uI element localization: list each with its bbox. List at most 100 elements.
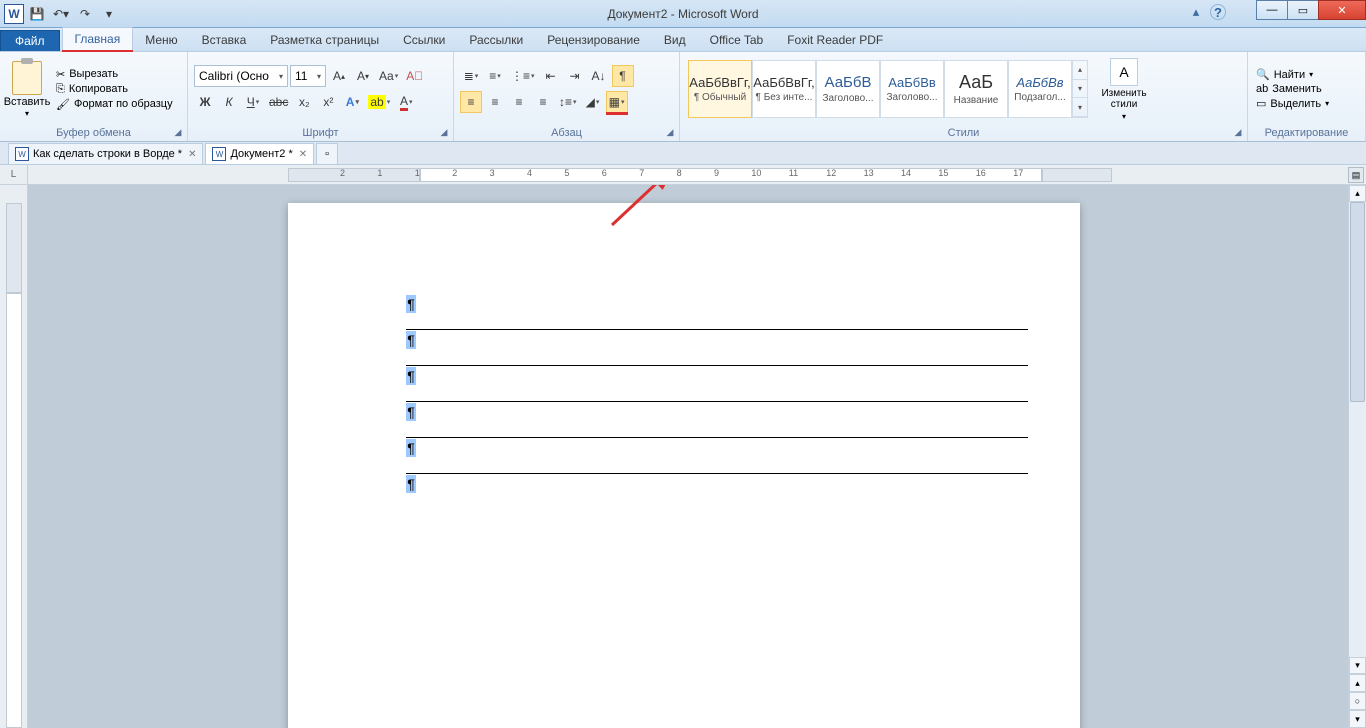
close-tab-icon[interactable]: ✕: [188, 149, 196, 160]
decrease-indent-button[interactable]: ⇤: [540, 65, 562, 87]
word-app-icon[interactable]: W: [4, 4, 24, 24]
styles-scroll[interactable]: ▴▾▾: [1072, 60, 1088, 118]
scroll-up-button[interactable]: ▴: [1349, 185, 1366, 202]
tab-references[interactable]: Ссылки: [391, 29, 457, 51]
qat-redo-button[interactable]: ↷: [74, 3, 96, 25]
close-tab-icon[interactable]: ✕: [299, 149, 307, 160]
tab-officetab[interactable]: Office Tab: [698, 29, 776, 51]
bullets-button[interactable]: ≣▾: [460, 65, 482, 87]
vertical-ruler[interactable]: [0, 185, 28, 728]
style-heading1[interactable]: АаБбВЗаголово...: [816, 60, 880, 118]
highlight-button[interactable]: ab▾: [365, 91, 393, 113]
show-paragraph-marks-button[interactable]: ¶: [612, 65, 634, 87]
new-tab-button[interactable]: ▫: [316, 143, 338, 164]
align-center-button[interactable]: ≡: [484, 91, 506, 113]
dialog-launcher[interactable]: ◢: [438, 126, 450, 138]
style-heading2[interactable]: АаБбВвЗаголово...: [880, 60, 944, 118]
multilevel-button[interactable]: ⋮≡▾: [508, 65, 538, 87]
tab-view[interactable]: Вид: [652, 29, 698, 51]
ruler-number: 9: [714, 168, 719, 178]
paste-button[interactable]: Вставить ▾: [6, 56, 48, 122]
sort-button[interactable]: A↓: [588, 65, 610, 87]
horizontal-ruler[interactable]: 211234567891011121314151617: [28, 165, 1366, 184]
close-button[interactable]: ✕: [1318, 0, 1366, 20]
borders-button[interactable]: ▦▾: [606, 91, 628, 113]
align-right-button[interactable]: ≡: [508, 91, 530, 113]
shading-button[interactable]: ◢▾: [582, 91, 604, 113]
minimize-button[interactable]: —: [1256, 0, 1288, 20]
tab-review[interactable]: Рецензирование: [535, 29, 652, 51]
cut-button[interactable]: ✂Вырезать: [56, 68, 173, 81]
dropdown-icon: ▾: [279, 72, 283, 81]
document-page[interactable]: ¶ ¶ ¶ ¶ ¶ ¶: [288, 203, 1080, 728]
qat-save-button[interactable]: 💾: [26, 3, 48, 25]
font-name-combo[interactable]: Calibri (Осно▾: [194, 65, 288, 87]
cut-label: Вырезать: [69, 68, 118, 80]
browse-object-button[interactable]: ○: [1349, 692, 1366, 710]
help-button[interactable]: ?: [1210, 4, 1226, 20]
group-paragraph: ≣▾ ≡▾ ⋮≡▾ ⇤ ⇥ A↓ ¶ ≡ ≡ ≡ ≡ ↕≡▾ ◢▾ ▦▾: [454, 52, 680, 141]
dialog-launcher[interactable]: ◢: [172, 126, 184, 138]
prev-page-button[interactable]: ▴: [1349, 674, 1366, 692]
scroll-thumb[interactable]: [1350, 202, 1365, 402]
qat-undo-button[interactable]: ↶▾: [50, 3, 72, 25]
text-effects-button[interactable]: A▾: [341, 91, 363, 113]
minimize-ribbon-button[interactable]: ▴: [1188, 4, 1204, 20]
font-color-button[interactable]: A▾: [395, 91, 417, 113]
copy-button[interactable]: ⎘Копировать: [56, 83, 173, 96]
increase-indent-button[interactable]: ⇥: [564, 65, 586, 87]
superscript-button[interactable]: x²: [317, 91, 339, 113]
document-tab[interactable]: W Как сделать строки в Ворде * ✕: [8, 143, 203, 164]
dialog-launcher[interactable]: ◢: [664, 126, 676, 138]
scroll-up-icon[interactable]: ▴: [1073, 61, 1087, 80]
clear-formatting-button[interactable]: A⃠: [403, 65, 426, 87]
subscript-button[interactable]: x₂: [293, 91, 315, 113]
tab-foxit[interactable]: Foxit Reader PDF: [775, 29, 895, 51]
maximize-button[interactable]: ▭: [1287, 0, 1319, 20]
change-case-button[interactable]: Aa▾: [376, 65, 401, 87]
dropdown-icon: ▾: [63, 7, 69, 21]
tab-selector[interactable]: L: [0, 165, 28, 184]
tab-pagelayout[interactable]: Разметка страницы: [258, 29, 391, 51]
select-button[interactable]: ▭Выделить▾: [1256, 97, 1329, 110]
ruler-number: 11: [789, 168, 798, 178]
document-tab[interactable]: W Документ2 * ✕: [205, 143, 314, 164]
qat-customize-button[interactable]: ▾: [98, 3, 120, 25]
numbering-button[interactable]: ≡▾: [484, 65, 506, 87]
font-size-combo[interactable]: 11▾: [290, 65, 326, 87]
style-title[interactable]: АаБНазвание: [944, 60, 1008, 118]
tab-home[interactable]: Главная: [62, 27, 134, 51]
style-normal[interactable]: АаБбВвГг,¶ Обычный: [688, 60, 752, 118]
line-spacing-button[interactable]: ↕≡▾: [556, 91, 580, 113]
tab-menu[interactable]: Меню: [133, 29, 189, 51]
tab-mailings[interactable]: Рассылки: [457, 29, 535, 51]
find-button[interactable]: 🔍Найти▾: [1256, 68, 1329, 81]
format-painter-button[interactable]: 🖌Формат по образцу: [56, 98, 173, 111]
align-left-button[interactable]: ≡: [460, 91, 482, 113]
ruler-number: 14: [901, 168, 911, 178]
style-nospacing[interactable]: АаБбВвГг,¶ Без инте...: [752, 60, 816, 118]
underline-button[interactable]: Ч▾: [242, 91, 264, 113]
change-styles-button[interactable]: A Изменить стили ▾: [1094, 58, 1154, 121]
pilcrow-icon: ¶: [406, 331, 416, 349]
bold-button[interactable]: Ж: [194, 91, 216, 113]
shrink-font-button[interactable]: A▾: [352, 65, 374, 87]
grow-font-button[interactable]: A▴: [328, 65, 350, 87]
expand-gallery-icon[interactable]: ▾: [1073, 98, 1087, 117]
italic-button[interactable]: К: [218, 91, 240, 113]
tab-insert[interactable]: Вставка: [190, 29, 259, 51]
scroll-down-button[interactable]: ▾: [1349, 657, 1366, 674]
change-styles-icon: A: [1110, 58, 1138, 86]
help-group: ▴ ?: [1188, 4, 1226, 20]
tab-file[interactable]: Файл: [0, 30, 60, 51]
strikethrough-button[interactable]: abc: [266, 91, 291, 113]
ruler-toggle[interactable]: ▤: [1348, 167, 1364, 183]
next-page-button[interactable]: ▾: [1349, 710, 1366, 728]
style-subtitle[interactable]: АаБбВвПодзагол...: [1008, 60, 1072, 118]
vertical-scrollbar[interactable]: ▴ ▾ ▴ ○ ▾: [1348, 185, 1366, 728]
justify-button[interactable]: ≡: [532, 91, 554, 113]
scroll-down-icon[interactable]: ▾: [1073, 80, 1087, 99]
replace-button[interactable]: abЗаменить: [1256, 83, 1329, 95]
dialog-launcher[interactable]: ◢: [1232, 126, 1244, 138]
word-doc-icon: W: [15, 147, 29, 161]
